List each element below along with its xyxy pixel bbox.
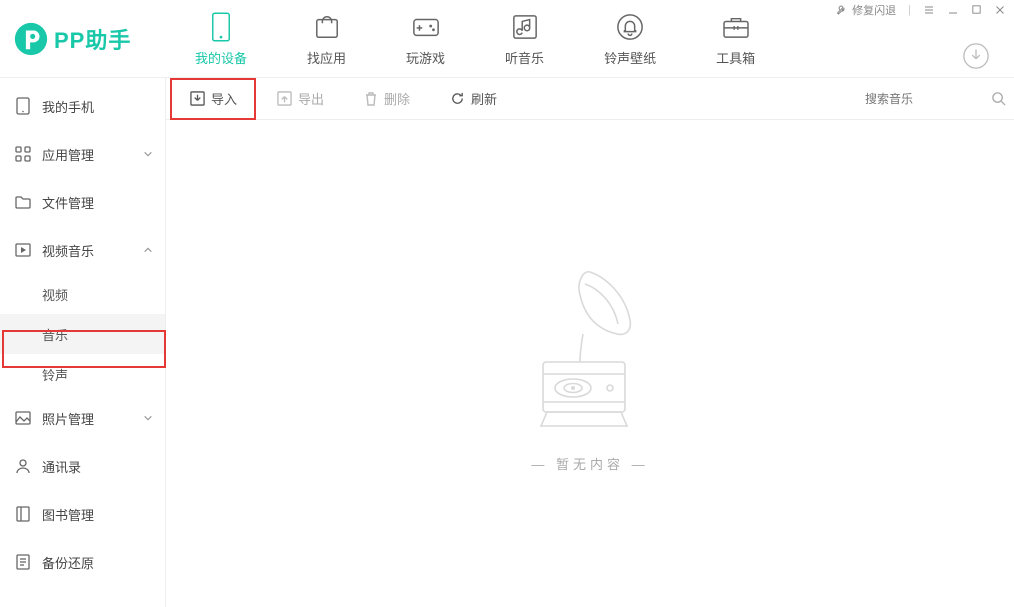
logo-text: PP助手 <box>54 23 131 55</box>
divider: | <box>908 4 911 16</box>
delete-button[interactable]: 删除 <box>364 89 410 108</box>
toolbox-icon <box>722 15 750 39</box>
sidebar: 我的手机 应用管理 文件管理 视频音乐 视频 音乐 铃声 照片管理 <box>0 78 166 607</box>
close-icon <box>994 4 1006 16</box>
tab-ringwall[interactable]: 铃声壁纸 <box>604 11 656 67</box>
tab-label: 玩游戏 <box>406 48 445 67</box>
tab-label: 工具箱 <box>716 48 755 67</box>
import-label: 导入 <box>211 89 237 108</box>
bell-icon <box>616 13 644 41</box>
logo: PP助手 <box>0 22 165 56</box>
refresh-icon <box>450 91 465 106</box>
sidebar-sub-music[interactable]: 音乐 <box>0 314 165 354</box>
phone-icon <box>210 12 232 42</box>
import-icon <box>190 91 205 106</box>
contacts-icon <box>15 458 31 474</box>
export-icon <box>277 91 292 106</box>
toolbar: 导入 导出 删除 刷新 <box>166 78 1014 120</box>
sidebar-label: 照片管理 <box>42 409 94 428</box>
tab-music[interactable]: 听音乐 <box>505 11 544 67</box>
tab-toolbox[interactable]: 工具箱 <box>716 11 755 67</box>
sidebar-item-books[interactable]: 图书管理 <box>0 490 165 538</box>
sidebar-item-videoaudio[interactable]: 视频音乐 <box>0 226 165 274</box>
tab-label: 铃声壁纸 <box>604 48 656 67</box>
phone-outline-icon <box>16 97 30 115</box>
sidebar-label: 音乐 <box>42 325 68 344</box>
sidebar-label: 通讯录 <box>42 457 81 476</box>
sidebar-item-photomgmt[interactable]: 照片管理 <box>0 394 165 442</box>
sidebar-label: 备份还原 <box>42 553 94 572</box>
refresh-label: 刷新 <box>471 89 497 108</box>
logo-icon <box>14 22 48 56</box>
export-label: 导出 <box>298 89 324 108</box>
gamepad-icon <box>412 15 440 39</box>
chevron-up-icon <box>143 245 153 255</box>
tab-my-device[interactable]: 我的设备 <box>195 11 247 67</box>
maximize-icon <box>971 4 982 15</box>
chevron-down-icon <box>143 413 153 423</box>
folder-icon <box>15 195 31 209</box>
download-button[interactable] <box>962 42 990 75</box>
export-button[interactable]: 导出 <box>277 89 324 108</box>
sidebar-label: 应用管理 <box>42 145 94 164</box>
close-button[interactable] <box>994 4 1006 16</box>
trash-icon <box>364 91 378 106</box>
sidebar-label: 文件管理 <box>42 193 94 212</box>
grid-icon <box>15 146 31 162</box>
maximize-button[interactable] <box>971 4 982 15</box>
search-input[interactable] <box>865 92 985 106</box>
minimize-icon <box>947 4 959 16</box>
wrench-icon <box>836 4 848 16</box>
backup-icon <box>16 554 30 570</box>
tab-games[interactable]: 玩游戏 <box>406 11 445 67</box>
menu-icon <box>923 4 935 16</box>
sidebar-item-contacts[interactable]: 通讯录 <box>0 442 165 490</box>
search-icon <box>991 91 1006 106</box>
import-button[interactable]: 导入 <box>190 89 237 108</box>
music-note-icon <box>512 14 538 40</box>
sidebar-label: 图书管理 <box>42 505 94 524</box>
search-box[interactable] <box>865 91 1006 106</box>
tab-label: 我的设备 <box>195 48 247 67</box>
download-icon <box>962 42 990 70</box>
play-icon <box>15 243 31 257</box>
sidebar-sub-ring[interactable]: 铃声 <box>0 354 165 394</box>
tab-label: 找应用 <box>307 48 346 67</box>
sidebar-item-phone[interactable]: 我的手机 <box>0 82 165 130</box>
gramophone-icon <box>515 254 665 434</box>
empty-state: — 暂无内容 — <box>166 120 1014 607</box>
delete-label: 删除 <box>384 89 410 108</box>
repair-button[interactable]: 修复闪退 <box>836 2 896 18</box>
sidebar-sub-video[interactable]: 视频 <box>0 274 165 314</box>
repair-label: 修复闪退 <box>852 2 896 18</box>
tab-label: 听音乐 <box>505 48 544 67</box>
refresh-button[interactable]: 刷新 <box>450 89 497 108</box>
sidebar-label: 视频 <box>42 285 68 304</box>
book-icon <box>16 506 30 522</box>
sidebar-label: 铃声 <box>42 365 68 384</box>
sidebar-label: 我的手机 <box>42 97 94 116</box>
empty-label: — 暂无内容 — <box>531 454 648 473</box>
sidebar-item-appmgmt[interactable]: 应用管理 <box>0 130 165 178</box>
image-icon <box>15 411 31 425</box>
sidebar-item-backup[interactable]: 备份还原 <box>0 538 165 586</box>
menu-button[interactable] <box>923 4 935 16</box>
bag-icon <box>314 14 340 40</box>
minimize-button[interactable] <box>947 4 959 16</box>
sidebar-item-filemgmt[interactable]: 文件管理 <box>0 178 165 226</box>
chevron-down-icon <box>143 149 153 159</box>
sidebar-label: 视频音乐 <box>42 241 94 260</box>
tab-find-apps[interactable]: 找应用 <box>307 11 346 67</box>
